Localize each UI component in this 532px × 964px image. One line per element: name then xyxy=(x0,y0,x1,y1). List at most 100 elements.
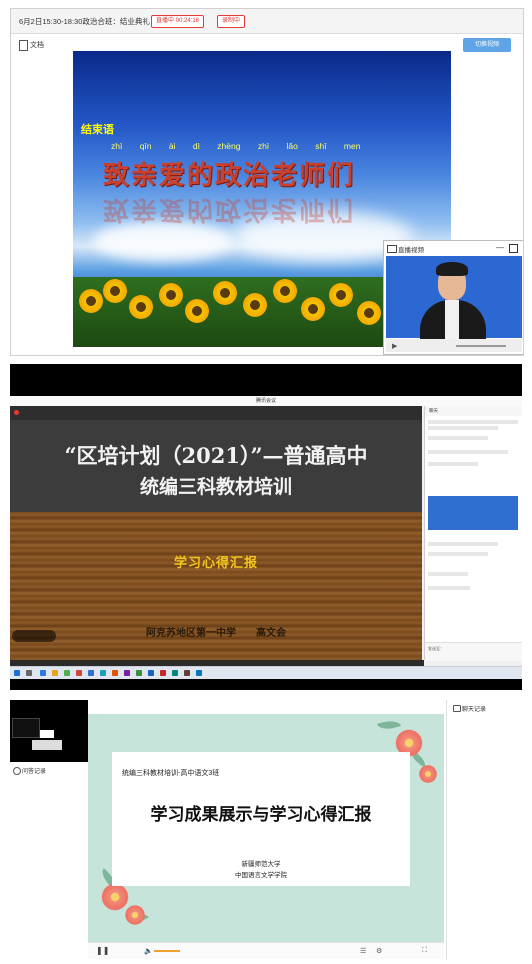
app-icon[interactable] xyxy=(124,670,130,676)
speaker-pip[interactable] xyxy=(12,630,56,642)
slide-subtitle: 学习心得汇报 xyxy=(173,555,258,570)
slide-headline: 致亲爱的政治老师们 xyxy=(103,161,356,191)
shared-screen-bar xyxy=(10,406,422,420)
sunflower xyxy=(103,279,127,303)
volume-icon[interactable]: 🔈 xyxy=(144,947,153,955)
sunflower xyxy=(159,283,183,307)
sunflower xyxy=(129,295,153,319)
document-tab-label[interactable]: 文档 xyxy=(30,40,44,50)
video-controls: ▶ xyxy=(386,339,522,352)
app-icon[interactable] xyxy=(184,670,190,676)
chat-message xyxy=(428,426,498,430)
chat-message xyxy=(428,552,488,556)
chat-message xyxy=(428,462,478,466)
browser-icon[interactable] xyxy=(40,670,46,676)
live-video-header: 直播视频 — xyxy=(384,241,523,255)
chat-message xyxy=(428,586,470,590)
recording-dot-icon xyxy=(14,410,19,415)
wood-background: 学习心得汇报 阿克苏地区第一中学 高文会 xyxy=(10,512,422,660)
app-icon[interactable] xyxy=(76,670,82,676)
slide-affiliation: 阿克苏地区第一中学 高文会 xyxy=(146,628,286,639)
recording-badge: 录制中 xyxy=(217,15,246,28)
leaf-decoration xyxy=(376,716,402,734)
slide-pinyin: zhì qīn ài dì zhèng zhì lǎo shī men xyxy=(111,141,361,151)
sunflower xyxy=(213,281,237,305)
chat-input[interactable]: 发送至： xyxy=(425,642,522,661)
app-icon[interactable] xyxy=(64,670,70,676)
chat-panel: 聊天 发送至： xyxy=(424,406,522,661)
app-icon[interactable] xyxy=(100,670,106,676)
sunflower xyxy=(273,279,297,303)
slide-label: 结束语 xyxy=(81,124,114,136)
app-icon[interactable] xyxy=(196,670,202,676)
pause-icon[interactable]: ❚❚ xyxy=(96,946,109,955)
chat-message xyxy=(428,572,468,576)
slide-title-line2: 统编三科教材培训 xyxy=(139,476,292,498)
meeting-window: 腾讯会议 “区培计划（2021）”—普通高中 统编三科教材培训 学习心得汇报 阿… xyxy=(10,396,522,679)
playback-controls: ❚❚ 🔈 ☰ ⚙ ⛶ xyxy=(88,942,444,959)
app-icon[interactable] xyxy=(148,670,154,676)
headline-reflection: 致亲爱的政治老师们 xyxy=(103,194,356,224)
volume-slider[interactable] xyxy=(456,345,506,347)
app-icon[interactable] xyxy=(160,670,166,676)
chat-message xyxy=(428,542,498,546)
presenter-hair xyxy=(436,262,468,276)
presentation-slide: “区培计划（2021）”—普通高中 统编三科教材培训 学习心得汇报 阿克苏地区第… xyxy=(10,420,422,660)
live-class-window: 6月2日15:30-18:30政治合班：结业典礼 直播中 00:24:16 录制… xyxy=(10,8,524,356)
sunflower xyxy=(301,297,325,321)
folder-icon[interactable] xyxy=(52,670,58,676)
top-bar: 6月2日15:30-18:30政治合班：结业典礼 直播中 00:24:16 录制… xyxy=(11,9,523,34)
windows-taskbar xyxy=(10,666,522,679)
chat-title[interactable]: 聊天记录 xyxy=(462,704,486,713)
meeting-screenshot: 腾讯会议 “区培计划（2021）”—普通高中 统编三科教材培训 学习心得汇报 阿… xyxy=(10,364,522,690)
slide-heading: 学习成果展示与学习心得汇报 xyxy=(150,805,372,824)
play-icon[interactable]: ▶ xyxy=(392,342,397,350)
sunflower xyxy=(79,289,103,313)
qa-record-tab[interactable]: 问答记录 xyxy=(22,766,46,775)
chat-send-target: 发送至： xyxy=(428,646,444,651)
course-replay-window: 问答记录 统编三科教材培训-高中语文3班 学习成果展示与学习心得汇报 新疆师范大… xyxy=(10,700,522,960)
switch-video-button[interactable]: 切换视频 xyxy=(463,38,511,52)
thumbnail-frame xyxy=(40,730,54,738)
app-icon[interactable] xyxy=(136,670,142,676)
maximize-icon[interactable] xyxy=(509,244,518,253)
qa-icon xyxy=(13,767,21,775)
flower-decoration xyxy=(124,904,146,926)
camera-icon xyxy=(387,245,397,253)
slide-title-area: “区培计划（2021）”—普通高中 统编三科教材培训 xyxy=(10,420,422,512)
sunflower xyxy=(329,283,353,307)
live-status-badge: 直播中 00:24:16 xyxy=(151,15,205,28)
list-icon[interactable]: ☰ xyxy=(360,947,366,955)
search-icon[interactable] xyxy=(26,670,32,676)
university-name: 新疆师范大学 xyxy=(241,861,281,868)
flower-decoration xyxy=(418,764,438,784)
chat-header: 聊天 xyxy=(425,406,522,416)
sunflower xyxy=(243,293,267,317)
thumbnail-frame xyxy=(12,718,40,738)
college-name: 中国语言文学学院 xyxy=(235,872,287,879)
app-icon[interactable] xyxy=(88,670,94,676)
slide-title-line1: “区培计划（2021）”—普通高中 xyxy=(64,443,368,468)
minimize-icon[interactable]: — xyxy=(496,243,504,252)
slide-player: 统编三科教材培训-高中语文3班 学习成果展示与学习心得汇报 新疆师范大学 中国语… xyxy=(88,700,444,960)
live-video-title: 直播视频 xyxy=(398,247,424,254)
fullscreen-icon[interactable]: ⛶ xyxy=(422,947,427,955)
session-title: 6月2日15:30-18:30政治合班：结业典礼 xyxy=(19,17,150,26)
sunflower xyxy=(357,301,381,325)
live-video-window[interactable]: 直播视频 — ▶ xyxy=(383,240,523,355)
volume-slider[interactable] xyxy=(154,950,180,952)
app-icon[interactable] xyxy=(172,670,178,676)
presenter-video xyxy=(386,256,522,340)
chat-icon xyxy=(453,705,461,712)
chat-message xyxy=(428,436,488,440)
window-title: 腾讯会议 xyxy=(10,396,522,406)
document-icon xyxy=(19,40,28,51)
app-icon[interactable] xyxy=(112,670,118,676)
highlighted-message xyxy=(428,496,518,530)
sunflower xyxy=(185,299,209,323)
start-icon[interactable] xyxy=(14,670,20,676)
settings-icon[interactable]: ⚙ xyxy=(376,947,382,955)
shared-screen-area: “区培计划（2021）”—普通高中 统编三科教材培训 学习心得汇报 阿克苏地区第… xyxy=(10,406,422,660)
speaker-thumbnail[interactable] xyxy=(10,700,88,762)
thumbnail-frame xyxy=(32,740,62,750)
